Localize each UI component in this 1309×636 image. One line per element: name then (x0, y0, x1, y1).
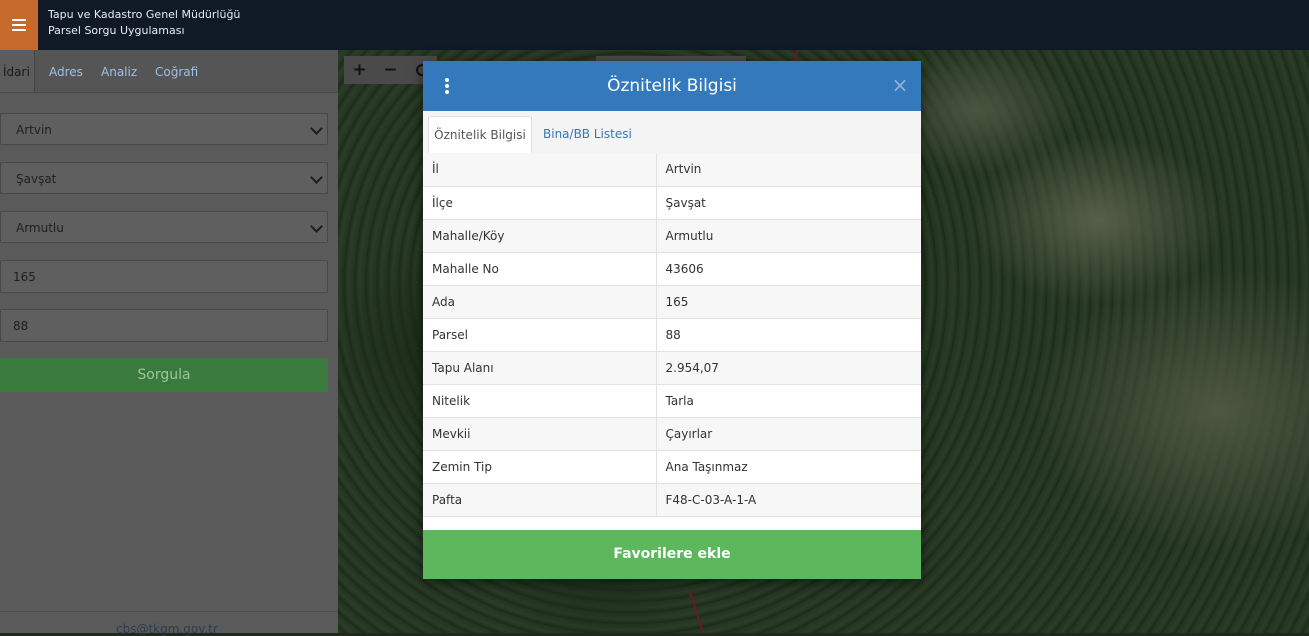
attr-key: Mevkii (423, 417, 657, 451)
table-row: Zemin Tip Ana Taşınmaz (423, 450, 921, 484)
attr-key: Zemin Tip (423, 450, 657, 484)
table-row: Mahalle No 43606 (423, 252, 921, 286)
sidebar-tabs: İdari Adres Analiz Coğrafi (0, 50, 338, 93)
tab-attribute-info[interactable]: Öznitelik Bilgisi (428, 116, 532, 153)
tab-idari[interactable]: İdari (0, 50, 35, 92)
top-bar: Tapu ve Kadastro Genel Müdürlüğü Parsel … (0, 0, 1309, 50)
chevron-down-icon (310, 171, 323, 184)
footer-email[interactable]: cbs@tkgm.gov.tr (116, 622, 218, 636)
attr-key: Mahalle No (423, 252, 657, 286)
attr-key: Tapu Alanı (423, 351, 657, 385)
attr-key: İl (423, 153, 657, 187)
app-title-line1: Tapu ve Kadastro Genel Müdürlüğü (48, 8, 241, 21)
attr-value: 165 (656, 285, 921, 319)
ilce-select[interactable]: Şavşat (0, 162, 328, 194)
attribute-modal: Öznitelik Bilgisi × Öznitelik Bilgisi Bi… (423, 61, 921, 579)
attr-value: 43606 (656, 252, 921, 286)
attr-value: 88 (656, 318, 921, 352)
query-button[interactable]: Sorgula (0, 358, 328, 392)
attr-key: Mahalle/Köy (423, 219, 657, 253)
tab-building-list[interactable]: Bina/BB Listesi (543, 116, 632, 153)
attr-value: F48-C-03-A-1-A (656, 483, 921, 517)
attribute-table: İl Artvin İlçe Şavşat Mahalle/Köy Armutlu M… (423, 153, 921, 517)
chevron-down-icon (310, 122, 323, 135)
tab-analiz[interactable]: Analiz (101, 50, 137, 92)
parcel-boundary-line (688, 591, 710, 633)
mahalle-select[interactable]: Armutlu (0, 211, 328, 243)
mahalle-select-value: Armutlu (16, 221, 64, 235)
table-row: Tapu Alanı 2.954,07 (423, 351, 921, 385)
ilce-select-value: Şavşat (16, 172, 57, 186)
attr-key: Ada (423, 285, 657, 319)
table-row: Parsel 88 (423, 318, 921, 352)
chevron-down-icon (310, 220, 323, 233)
kebab-menu-icon[interactable] (441, 78, 453, 96)
sidebar-footer: cbs@tkgm.gov.tr (0, 611, 338, 636)
il-select-value: Artvin (16, 123, 52, 137)
attr-key: Nitelik (423, 384, 657, 418)
attr-key: Pafta (423, 483, 657, 517)
app-title-line2: Parsel Sorgu Uygulaması (48, 24, 185, 37)
table-row: İlçe Şavşat (423, 186, 921, 220)
attr-value: Armutlu (656, 219, 921, 253)
attr-value: Tarla (656, 384, 921, 418)
zoom-in-button[interactable]: + (344, 56, 375, 84)
modal-header: Öznitelik Bilgisi × (423, 61, 921, 111)
parsel-input[interactable]: 88 (0, 309, 328, 342)
table-row: Pafta F48-C-03-A-1-A (423, 483, 921, 517)
attr-key: Parsel (423, 318, 657, 352)
table-row: Mevkii Çayırlar (423, 417, 921, 451)
table-row: Ada 165 (423, 285, 921, 319)
menu-button[interactable] (0, 0, 38, 50)
hamburger-icon (12, 24, 26, 26)
il-select[interactable]: Artvin (0, 113, 328, 145)
attr-value: Şavşat (656, 186, 921, 220)
attr-value: Çayırlar (656, 417, 921, 451)
tab-cografi[interactable]: Coğrafi (155, 50, 198, 92)
sidebar: İdari Adres Analiz Coğrafi Artvin Şavşat… (0, 50, 338, 636)
attr-value: 2.954,07 (656, 351, 921, 385)
tab-adres[interactable]: Adres (49, 50, 83, 92)
table-row: Mahalle/Köy Armutlu (423, 219, 921, 253)
modal-tabs: Öznitelik Bilgisi Bina/BB Listesi (423, 111, 921, 154)
close-icon[interactable]: × (891, 73, 909, 97)
table-row: İl Artvin (423, 153, 921, 187)
app-title: Tapu ve Kadastro Genel Müdürlüğü Parsel … (48, 7, 240, 39)
modal-title: Öznitelik Bilgisi (607, 76, 737, 96)
attr-key: İlçe (423, 186, 657, 220)
zoom-out-button[interactable]: − (375, 56, 406, 84)
ada-input[interactable]: 165 (0, 260, 328, 293)
attr-value: Artvin (656, 153, 921, 187)
add-favorite-button[interactable]: Favorilere ekle (423, 530, 921, 579)
attr-value: Ana Taşınmaz (656, 450, 921, 484)
table-row: Nitelik Tarla (423, 384, 921, 418)
